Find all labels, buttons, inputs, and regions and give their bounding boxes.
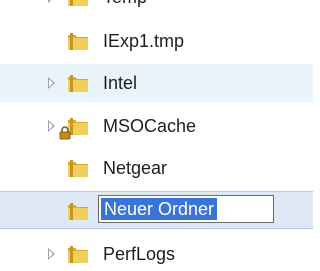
folder-label: Intel xyxy=(103,73,138,93)
folder-icon xyxy=(68,0,88,6)
expand-arrow-icon[interactable] xyxy=(48,77,55,89)
tree-row-temp[interactable]: Temp xyxy=(0,0,313,16)
folder-icon xyxy=(68,75,88,92)
folder-icon xyxy=(68,246,88,263)
folder-label: Netgear xyxy=(103,158,168,178)
tree-row-neuer-ordner[interactable]: Neuer Ordner xyxy=(0,191,313,229)
folder-icon xyxy=(68,203,88,220)
tree-row-perflogs[interactable]: PerfLogs xyxy=(0,235,313,271)
tree-row-intel[interactable]: Intel xyxy=(0,64,313,102)
folder-label: Temp xyxy=(103,0,147,9)
rename-input[interactable]: Neuer Ordner xyxy=(98,195,274,223)
tree-row-msocache[interactable]: MSOCache xyxy=(0,107,313,145)
lock-icon xyxy=(59,126,71,140)
rename-selected-text[interactable]: Neuer Ordner xyxy=(101,198,218,220)
folder-icon xyxy=(68,33,88,50)
folder-tree: Temp IExp1.tmp Intel MSOCache xyxy=(0,0,313,271)
expand-arrow-icon[interactable] xyxy=(48,0,55,3)
expand-arrow-icon[interactable] xyxy=(48,248,55,260)
folder-label: PerfLogs xyxy=(103,244,176,264)
folder-label: IExp1.tmp xyxy=(103,31,185,51)
folder-label: MSOCache xyxy=(103,116,197,136)
folder-icon xyxy=(68,160,88,177)
tree-row-netgear[interactable]: Netgear xyxy=(0,149,313,187)
expand-arrow-icon[interactable] xyxy=(48,120,55,132)
tree-row-iexp1[interactable]: IExp1.tmp xyxy=(0,22,313,60)
